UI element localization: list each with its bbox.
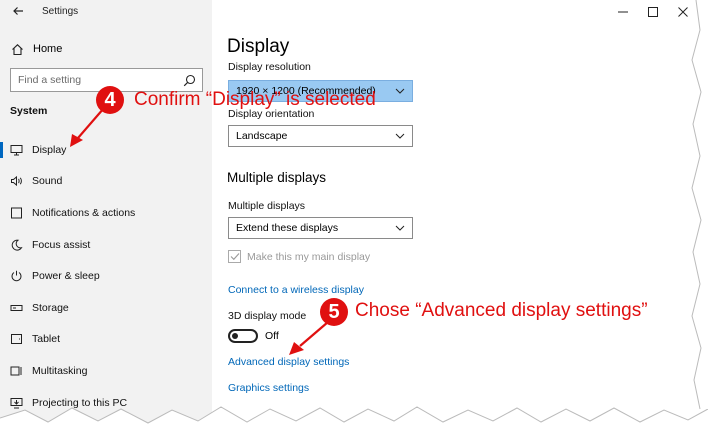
orientation-value: Landscape: [236, 130, 288, 142]
wireless-display-link[interactable]: Connect to a wireless display: [228, 284, 364, 296]
sidebar-item-label: Power & sleep: [32, 270, 100, 283]
sidebar-item-label: Multitasking: [32, 364, 88, 377]
sidebar-item-projecting[interactable]: Projecting to this PC: [0, 387, 212, 419]
sidebar-item-label: Notifications & actions: [32, 206, 136, 219]
sidebar-item-label: Tablet: [32, 333, 61, 346]
chevron-down-icon: [395, 223, 405, 233]
main-display-checkbox-label: Make this my main display: [247, 250, 371, 263]
step-5-text: Chose “Advanced display settings”: [355, 300, 648, 321]
3d-mode-state: Off: [265, 330, 279, 342]
speaker-icon: [10, 175, 23, 188]
tablet-icon: [10, 333, 23, 346]
chevron-down-icon: [395, 131, 405, 141]
main-display-checkbox-row: Make this my main display: [228, 250, 370, 263]
sidebar-item-storage[interactable]: Storage: [0, 292, 212, 324]
sidebar-item-label: Storage: [32, 301, 69, 314]
3d-mode-toggle[interactable]: [228, 329, 258, 343]
sidebar-item-tablet[interactable]: Tablet: [0, 324, 212, 356]
main-display-checkbox[interactable]: [228, 250, 241, 263]
home-link[interactable]: Home: [10, 41, 62, 57]
monitor-icon: [10, 143, 23, 156]
page-title: Display: [227, 36, 290, 57]
close-icon[interactable]: [668, 2, 698, 22]
power-icon: [10, 270, 23, 283]
section-label: System: [10, 105, 48, 117]
search-icon[interactable]: [183, 74, 196, 87]
3d-mode-label: 3D display mode: [228, 310, 307, 322]
settings-window: Settings Home System Display: [0, 0, 708, 432]
chevron-down-icon: [395, 86, 405, 96]
multiple-displays-dropdown[interactable]: Extend these displays: [228, 217, 413, 239]
3d-mode-toggle-row: Off: [228, 329, 279, 343]
sidebar-item-label: Sound: [32, 175, 63, 188]
multiple-displays-value: Extend these displays: [236, 222, 339, 234]
graphics-settings-link[interactable]: Graphics settings: [228, 382, 309, 394]
home-label: Home: [33, 43, 63, 55]
orientation-dropdown[interactable]: Landscape: [228, 125, 413, 147]
sidebar-item-multitasking[interactable]: Multitasking: [0, 355, 212, 387]
sidebar-item-label: Display: [32, 143, 67, 156]
sidebar: Settings Home System Display: [0, 0, 212, 432]
moon-icon: [10, 238, 23, 251]
sidebar-item-focus-assist[interactable]: Focus assist: [0, 229, 212, 261]
search-input[interactable]: [11, 74, 176, 86]
step-4-badge: 4: [96, 86, 124, 114]
sidebar-item-display[interactable]: Display: [0, 134, 212, 166]
multiple-displays-heading: Multiple displays: [227, 170, 327, 185]
notification-icon: [10, 206, 23, 219]
multiple-displays-label: Multiple displays: [228, 200, 306, 212]
sidebar-item-power-sleep[interactable]: Power & sleep: [0, 260, 212, 292]
maximize-icon[interactable]: [638, 2, 668, 22]
projecting-icon: [10, 396, 23, 409]
storage-icon: [10, 301, 23, 314]
back-arrow-icon[interactable]: [10, 4, 26, 20]
sidebar-item-label: Focus assist: [32, 238, 91, 251]
minimize-icon[interactable]: [608, 2, 638, 22]
window-controls: [608, 2, 698, 22]
home-icon: [10, 42, 24, 56]
multitasking-icon: [10, 364, 23, 377]
step-4-text: Confirm “Display” is selected: [134, 89, 376, 110]
main-panel: Display Display resolution 1920 × 1200 (…: [212, 0, 708, 432]
step-5-badge: 5: [320, 298, 348, 326]
advanced-display-settings-link[interactable]: Advanced display settings: [228, 356, 349, 368]
sidebar-item-notifications[interactable]: Notifications & actions: [0, 197, 212, 229]
sidebar-item-label: Projecting to this PC: [32, 396, 128, 409]
resolution-label: Display resolution: [228, 61, 311, 73]
app-title: Settings: [42, 6, 79, 17]
sidebar-item-sound[interactable]: Sound: [0, 166, 212, 198]
sidebar-nav: Display Sound Notifications & actions Fo…: [0, 134, 212, 418]
